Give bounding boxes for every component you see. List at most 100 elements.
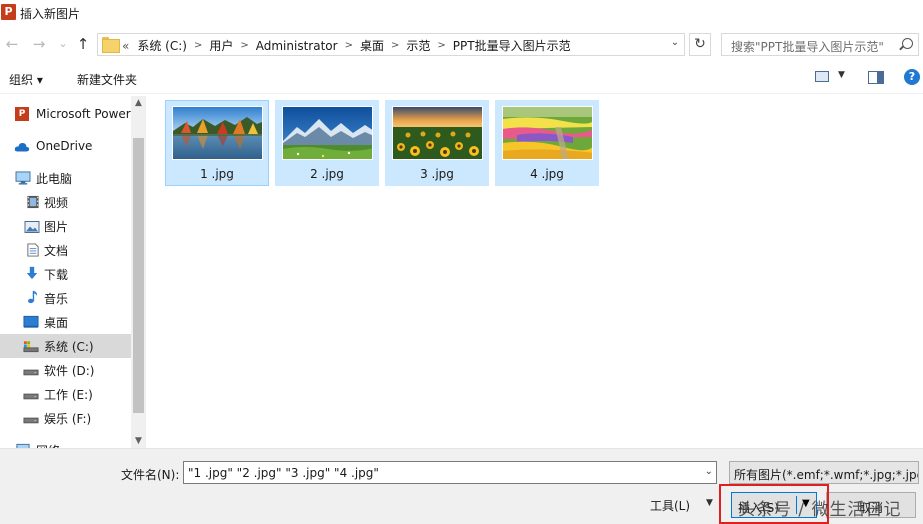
file-type-value: 所有图片(*.emf;*.wmf;*.jpg;*.jpeg	[734, 468, 919, 482]
overflow-chevron-icon[interactable]: «	[122, 39, 129, 53]
back-button[interactable]: ←	[3, 34, 21, 54]
file-item[interactable]: 3 .jpg	[385, 100, 489, 186]
refresh-button[interactable]: ↻	[689, 33, 711, 56]
sidebar-item-label: 音乐	[44, 291, 69, 306]
download-icon	[26, 266, 38, 280]
mountain-meadow-thumbnail	[282, 106, 373, 160]
autumn-lake-thumbnail-image	[173, 107, 262, 159]
help-icon[interactable]: ?	[904, 69, 920, 85]
recent-locations-button[interactable]: ⌄	[54, 34, 72, 54]
scroll-up-icon[interactable]: ▲	[131, 98, 146, 108]
filename-value: "1 .jpg" "2 .jpg" "3 .jpg" "4 .jpg"	[188, 466, 379, 480]
file-name: 4 .jpg	[530, 167, 564, 181]
sidebar-item-music[interactable]: 音乐	[0, 286, 131, 310]
file-name: 2 .jpg	[310, 167, 344, 181]
file-item[interactable]: 1 .jpg	[165, 100, 269, 186]
sidebar-item-label: 软件 (D:)	[44, 363, 95, 378]
sidebar-item-label: 工作 (E:)	[44, 387, 93, 402]
drive-icon	[23, 369, 39, 376]
address-bar[interactable]: « 系统 (C:) > 用户 > Administrator > 桌面 > 示范…	[97, 33, 685, 56]
filename-label: 文件名(N):	[121, 468, 180, 482]
sidebar-item-label: 视频	[44, 195, 69, 210]
address-dropdown-icon[interactable]: ⌄	[668, 37, 682, 48]
sidebar-item-videos[interactable]: 视频	[0, 190, 131, 214]
sidebar-item-label: 此电脑	[36, 171, 73, 186]
drive-icon	[23, 417, 39, 424]
new-folder-button[interactable]: 新建文件夹	[77, 71, 137, 88]
video-icon	[27, 195, 39, 209]
file-type-select[interactable]: 所有图片(*.emf;*.wmf;*.jpg;*.jpeg	[729, 461, 919, 484]
sunflower-field-thumbnail	[392, 106, 483, 160]
breadcrumb: « 系统 (C:) > 用户 > Administrator > 桌面 > 示范…	[122, 37, 571, 54]
breadcrumb-item[interactable]: Administrator	[256, 39, 338, 53]
sidebar-item-label: 娱乐 (F:)	[44, 411, 92, 426]
sidebar-item-onedrive[interactable]: OneDrive	[0, 134, 131, 158]
title-bar: P 插入新图片	[0, 0, 923, 26]
autumn-lake-thumbnail	[172, 106, 263, 160]
sidebar-item-powerpoint[interactable]: P Microsoft Power	[0, 102, 131, 126]
powerpoint-icon: P	[15, 107, 29, 121]
sidebar-item-pictures[interactable]: 图片	[0, 214, 131, 238]
sidebar-item-label: 下载	[44, 267, 69, 282]
drive-icon	[23, 393, 39, 400]
change-view-icon[interactable]	[815, 71, 829, 82]
sidebar-item-drive-e[interactable]: 工作 (E:)	[0, 382, 131, 406]
window-title: 插入新图片	[20, 7, 81, 21]
chevron-right-icon: >	[193, 40, 203, 51]
pictures-icon	[24, 221, 40, 233]
breadcrumb-item[interactable]: 系统 (C:)	[137, 37, 187, 54]
sidebar-item-drive-f[interactable]: 娱乐 (F:)	[0, 406, 131, 430]
view-dropdown-icon[interactable]: ▼	[838, 70, 845, 80]
breadcrumb-item[interactable]: 示范	[406, 37, 430, 54]
command-toolbar: 组织 ▾ 新建文件夹 ▼ ?	[0, 62, 923, 94]
file-item[interactable]: 4 .jpg	[495, 100, 599, 186]
system-drive-icon	[23, 341, 39, 353]
sidebar-item-label: OneDrive	[36, 139, 93, 153]
sidebar-item-system-drive[interactable]: 系统 (C:)	[0, 334, 131, 358]
computer-icon	[15, 171, 31, 185]
sidebar-item-drive-d[interactable]: 软件 (D:)	[0, 358, 131, 382]
preview-pane-icon[interactable]	[868, 71, 884, 84]
music-icon	[28, 290, 38, 304]
search-input[interactable]: 搜索"PPT批量导入图片示范"	[721, 33, 919, 56]
sidebar-item-label: 文档	[44, 243, 69, 258]
chevron-right-icon: >	[390, 40, 400, 51]
search-placeholder: 搜索"PPT批量导入图片示范"	[731, 40, 884, 54]
chevron-right-icon: >	[344, 40, 353, 51]
file-name: 1 .jpg	[200, 167, 234, 181]
tools-dropdown-icon[interactable]: ▼	[706, 498, 713, 508]
sidebar-item-this-pc[interactable]: 此电脑	[0, 166, 131, 190]
folder-icon	[102, 37, 120, 53]
sidebar-scrollbar[interactable]: ▲ ▼	[131, 96, 146, 448]
desktop-icon	[23, 315, 39, 328]
watermark: 头条号 / 微生活日记	[738, 500, 902, 520]
breadcrumb-item[interactable]: 用户	[209, 37, 233, 54]
sidebar-item-label: Microsoft Power	[36, 107, 131, 121]
sidebar-item-desktop[interactable]: 桌面	[0, 310, 131, 334]
mountain-meadow-thumbnail-image	[283, 107, 372, 159]
filename-input[interactable]: "1 .jpg" "2 .jpg" "3 .jpg" "4 .jpg" ⌄	[183, 461, 717, 484]
sidebar-item-downloads[interactable]: 下载	[0, 262, 131, 286]
tools-button[interactable]: 工具(L)	[650, 497, 690, 514]
sidebar-item-documents[interactable]: 文档	[0, 238, 131, 262]
forward-button[interactable]: →	[30, 34, 48, 54]
navigation-pane: P Microsoft Power OneDrive 此电脑 视频 图片 文档 …	[0, 96, 131, 448]
chevron-down-icon[interactable]: ⌄	[705, 466, 713, 477]
sidebar-item-network[interactable]: 网络	[0, 438, 131, 448]
powerpoint-icon: P	[1, 4, 16, 20]
breadcrumb-item[interactable]: 桌面	[360, 37, 384, 54]
address-row: ← → ⌄ ↑ « 系统 (C:) > 用户 > Administrator >…	[0, 30, 923, 58]
sidebar-item-label: 系统 (C:)	[44, 339, 94, 354]
organize-button[interactable]: 组织 ▾	[9, 71, 43, 88]
file-list: 1 .jpg 2 .jpg 3 .jpg 4 .jpg	[147, 96, 923, 448]
scroll-down-icon[interactable]: ▼	[131, 436, 146, 446]
flower-garden-thumbnail-image	[503, 107, 592, 159]
chevron-right-icon: >	[240, 40, 249, 51]
search-icon	[902, 38, 913, 49]
up-button[interactable]: ↑	[74, 34, 92, 54]
flower-garden-thumbnail	[502, 106, 593, 160]
scrollbar-thumb[interactable]	[133, 138, 144, 413]
cloud-icon	[14, 142, 30, 152]
breadcrumb-item[interactable]: PPT批量导入图片示范	[453, 37, 571, 54]
file-item[interactable]: 2 .jpg	[275, 100, 379, 186]
